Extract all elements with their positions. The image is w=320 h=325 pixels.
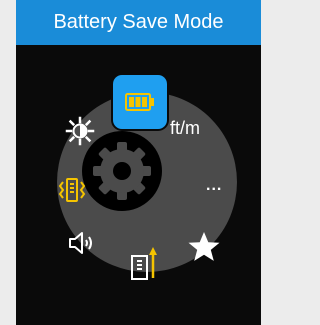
unit-toggle-label[interactable]: ft/m [170,118,200,138]
vibration-icon[interactable] [58,176,86,204]
volume-icon[interactable] [67,229,97,257]
brightness-icon[interactable] [65,116,95,146]
settings-gear-icon[interactable] [86,135,158,207]
more-options[interactable]: ... [206,178,222,194]
device-screen: Battery Save Mode ft/m ... [16,0,261,325]
battery-save-button[interactable] [113,75,167,129]
star-icon[interactable] [187,230,221,264]
battery-icon [125,93,155,111]
reference-point-icon[interactable] [129,245,159,281]
page-title: Battery Save Mode [16,0,261,45]
